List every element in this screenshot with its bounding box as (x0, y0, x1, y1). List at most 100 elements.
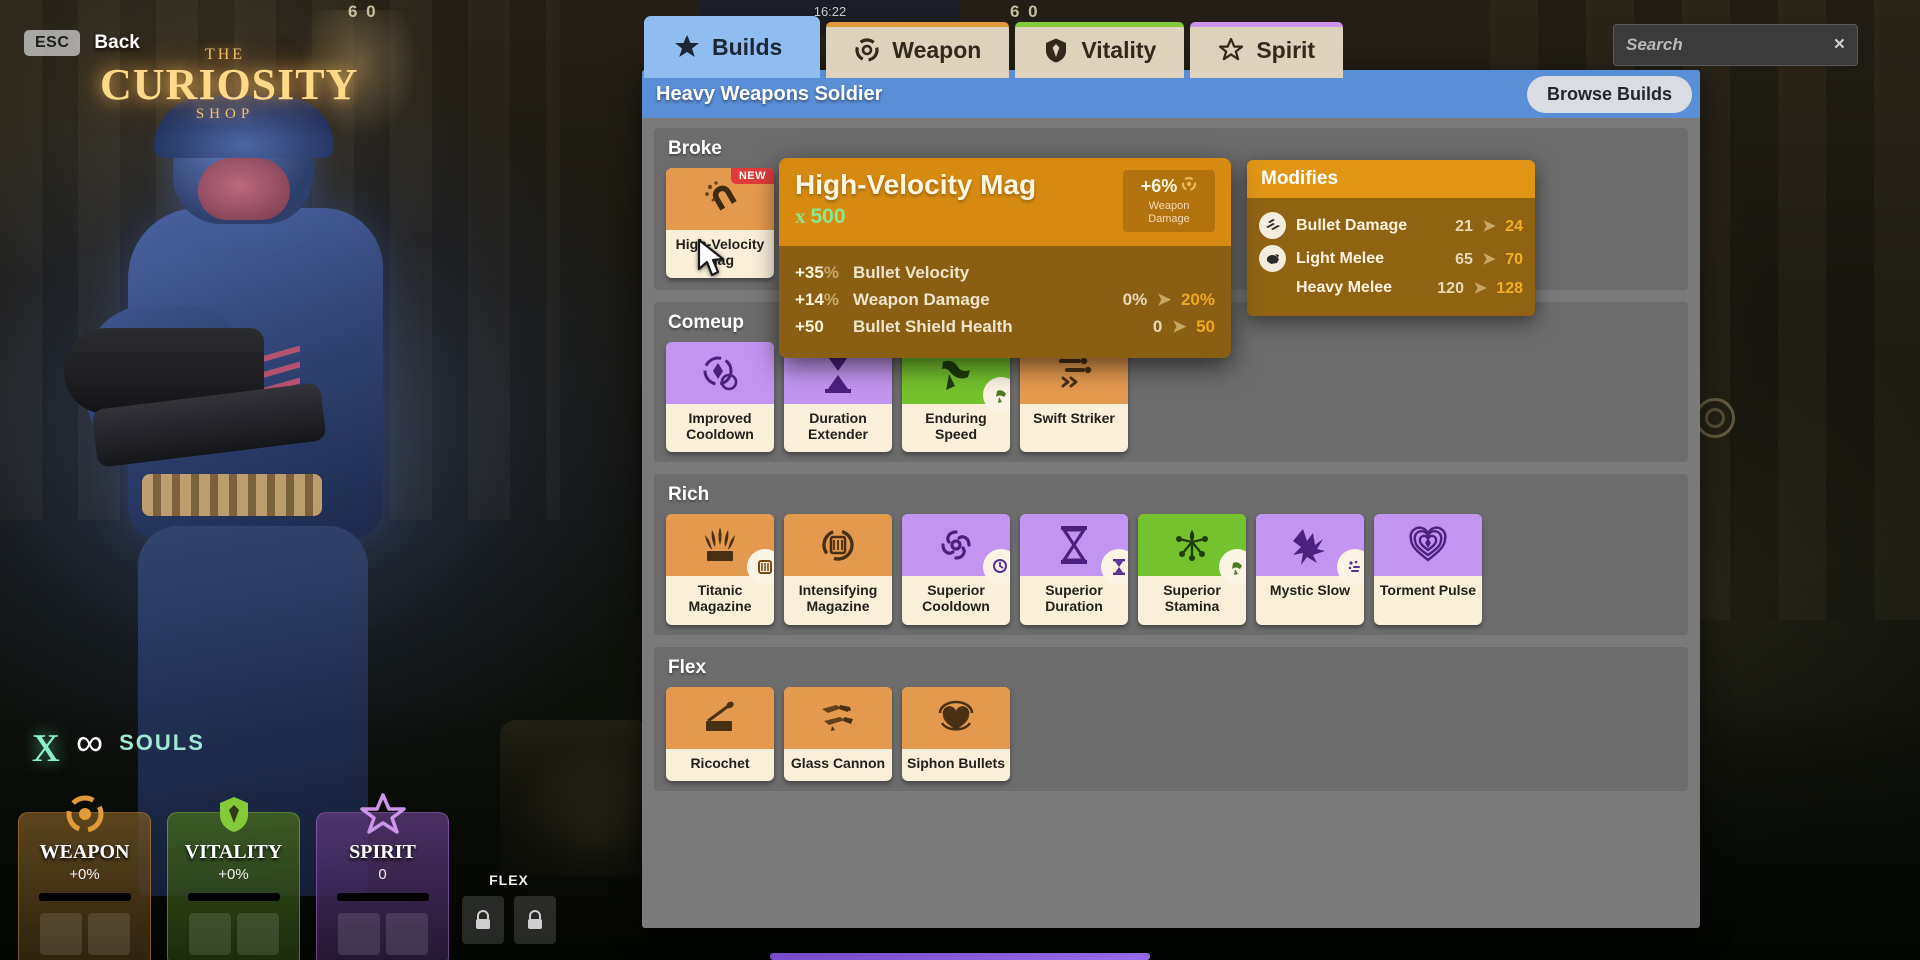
item-tooltip: High-Velocity Mag x 500 +6% Weapon Damag… (779, 158, 1231, 358)
modifies-from: 120 (1437, 280, 1464, 297)
arrow-right-icon: ➤ (1172, 317, 1187, 336)
tooltip-stat-name: Bullet Shield Health (853, 317, 1013, 336)
item-name: Glass Cannon (790, 754, 886, 771)
item-card-enduring-speed[interactable]: Enduring Speed (902, 342, 1010, 453)
shattered-bullets-icon (822, 704, 853, 731)
item-slot[interactable] (236, 913, 279, 955)
item-card-glass-cannon[interactable]: Glass Cannon (784, 686, 892, 781)
modifies-title: Modifies (1247, 160, 1535, 198)
modifies-rows: Bullet Damage 21 ➤ 24 Light Melee 65 ➤ 7… (1247, 198, 1535, 316)
item-slot[interactable] (87, 913, 130, 955)
item-art (1138, 514, 1246, 586)
item-art (784, 686, 892, 749)
flex-slot-locked[interactable] (462, 896, 504, 944)
item-card-intensifying-magazine[interactable]: Intensifying Magazine (784, 514, 892, 625)
item-card-superior-cooldown[interactable]: Superior Cooldown (902, 514, 1010, 625)
tab-builds-label: Builds (712, 33, 783, 60)
section-rich-cards: Titanic Magazine Intensifying Magazine S… (654, 514, 1688, 625)
modifies-row-values: 21 ➤ 24 (1455, 216, 1523, 236)
tooltip-badge-label: Weapon Damage (1148, 200, 1190, 226)
weapon-orbit-icon (1181, 176, 1197, 197)
item-card-swift-striker[interactable]: Swift Striker (1020, 342, 1128, 453)
character-ammo-belt (142, 474, 322, 516)
souls-hud: x ∞ SOULS (32, 715, 205, 771)
attribute-spirit-slots (317, 913, 448, 955)
souls-label: SOULS (119, 730, 205, 755)
item-card-torment-pulse[interactable]: Torment Pulse (1374, 514, 1482, 625)
souls-count: ∞ (76, 722, 104, 764)
modifies-panel: Modifies Bullet Damage 21 ➤ 24 Light Mel… (1247, 160, 1535, 316)
tab-vitality-label: Vitality (1081, 36, 1157, 63)
flex-slot-locked[interactable] (514, 896, 556, 944)
close-icon[interactable]: × (1834, 34, 1845, 56)
section-flex-cards: Ricochet Glass Cannon Siphon Bullets (654, 686, 1688, 781)
tab-builds[interactable]: Builds (644, 16, 821, 78)
item-card-superior-duration[interactable]: Superior Duration (1020, 514, 1128, 625)
attribute-spirit-value: 0 (378, 866, 387, 883)
item-name: Torment Pulse (1379, 582, 1477, 599)
running-boot-icon (942, 360, 970, 391)
item-card-mystic-slow[interactable]: Mystic Slow (1256, 514, 1364, 625)
section-flex: Flex Ricochet Glass Cannon Siphon Bullet… (654, 646, 1688, 791)
tooltip-badge-value-row: +6% (1127, 176, 1211, 197)
esc-key-badge: ESC (24, 30, 81, 56)
item-name: Duration Extender (808, 410, 868, 443)
item-art (666, 686, 774, 749)
flex-slots (462, 896, 556, 944)
tab-spirit[interactable]: Spirit (1190, 22, 1344, 78)
slow-hand-icon (1293, 529, 1325, 566)
search-input[interactable] (1626, 35, 1816, 55)
item-card-duration-extender[interactable]: Duration Extender (784, 342, 892, 453)
item-art (666, 514, 774, 586)
tooltip-cost: x 500 (795, 204, 1036, 229)
item-card-ricochet[interactable]: Ricochet (666, 686, 774, 781)
item-art (1374, 514, 1482, 577)
tab-vitality[interactable]: Vitality (1015, 22, 1185, 78)
arrow-right-icon: ➤ (1482, 250, 1496, 268)
tooltip-stat-row: +50 Bullet Shield Health 0 ➤ 50 (795, 317, 1215, 337)
mouse-cursor (697, 238, 727, 285)
item-slot[interactable] (39, 913, 82, 955)
attribute-weapon-value: +0% (69, 866, 100, 883)
modifies-to: 70 (1505, 250, 1523, 268)
item-card-superior-stamina[interactable]: Superior Stamina (1138, 514, 1246, 625)
tooltip-stat-to: 20% (1180, 290, 1215, 309)
section-rich-title: Rich (668, 484, 710, 506)
section-rich: Rich Titanic Magazine Intensifying Magaz… (654, 474, 1688, 635)
arrow-right-icon: ➤ (1473, 280, 1487, 297)
modifies-to: 24 (1505, 217, 1523, 235)
search-box[interactable]: × (1613, 24, 1858, 66)
vitality-shield-icon (211, 791, 257, 837)
section-comeup-cards: Improved Cooldown Duration Extender Endu… (654, 342, 1688, 453)
attribute-weapon-name: WEAPON (39, 841, 130, 863)
burst-node-icon (1176, 530, 1208, 562)
modifies-row-name: Bullet Damage (1296, 216, 1408, 234)
tooltip-stat-amount: +35% (795, 263, 853, 283)
item-slot[interactable] (337, 913, 380, 955)
modifies-from: 65 (1455, 250, 1473, 268)
hourglass-ornate-icon (1061, 526, 1087, 565)
item-card-titanic-magazine[interactable]: Titanic Magazine (666, 514, 774, 625)
tooltip-stat-name: Bullet Velocity (853, 263, 970, 282)
item-card-siphon-bullets[interactable]: Siphon Bullets (902, 686, 1010, 781)
tab-weapon[interactable]: Weapon (826, 22, 1010, 78)
item-art: NEW (666, 168, 774, 230)
attribute-spirit[interactable]: SPIRIT 0 (316, 793, 449, 960)
item-name: Siphon Bullets (907, 754, 1005, 771)
modifies-row-name: Heavy Melee (1296, 279, 1393, 296)
flex-slots-group: FLEX (462, 872, 556, 944)
item-slot[interactable] (188, 913, 231, 955)
attribute-weapon[interactable]: WEAPON +0% (18, 795, 151, 960)
attribute-spirit-bar (336, 893, 429, 901)
attribute-vitality[interactable]: VITALITY +0% (167, 797, 300, 960)
tooltip-stat-from: 0% (1122, 290, 1148, 309)
modifies-to: 128 (1496, 280, 1523, 297)
modifies-row-values: 120 ➤ 128 (1437, 278, 1523, 298)
item-slot[interactable] (385, 913, 428, 955)
item-card-improved-cooldown[interactable]: Improved Cooldown (666, 342, 774, 453)
character-face (198, 158, 290, 220)
tooltip-stat-amount-value: +35 (795, 263, 824, 282)
bullet-trail-icon (1059, 357, 1092, 388)
browse-builds-button[interactable]: Browse Builds (1526, 75, 1692, 113)
weapon-orbit-icon (854, 37, 880, 63)
